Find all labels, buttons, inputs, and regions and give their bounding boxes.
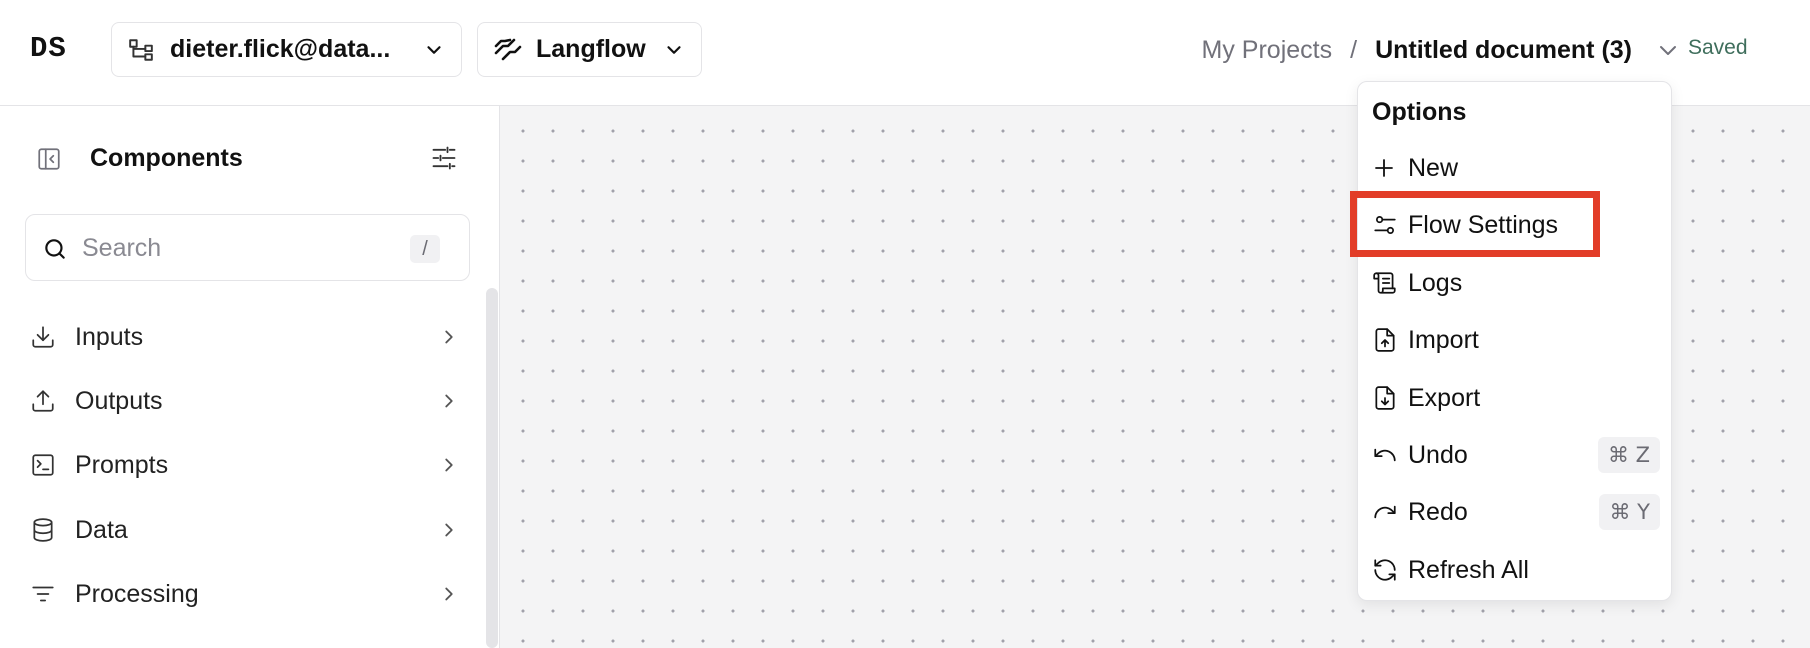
sidebar-category-label: Inputs (75, 322, 144, 351)
sidebar-title: Components (90, 144, 243, 172)
langflow-logo-icon (494, 38, 522, 62)
workspace-label: dieter.flick@data... (170, 35, 391, 63)
menu-item-label: Flow Settings (1408, 210, 1559, 239)
breadcrumb-projects-link[interactable]: My Projects (1202, 36, 1333, 65)
org-tree-icon (128, 37, 154, 63)
options-menu: Options New Flow Settings Logs Import Ex… (1357, 81, 1672, 601)
menu-item-export[interactable]: Export (1368, 373, 1660, 423)
chevron-down-icon (663, 39, 685, 61)
filter-settings-icon[interactable] (430, 144, 458, 177)
workspace-selector[interactable]: dieter.flick@data... (111, 22, 462, 77)
menu-item-label: Redo (1408, 497, 1468, 526)
sidebar-category-processing[interactable]: Processing (30, 572, 460, 616)
file-down-icon (1368, 385, 1408, 411)
menu-item-flow-settings[interactable]: Flow Settings (1368, 200, 1660, 250)
chevron-right-icon (438, 326, 460, 348)
sidebar-category-label: Processing (75, 579, 199, 608)
menu-item-label: Import (1408, 325, 1479, 354)
chevron-right-icon (438, 519, 460, 541)
database-icon (30, 517, 60, 543)
refresh-icon (1368, 557, 1408, 583)
sidebar-category-label: Prompts (75, 450, 169, 479)
menu-item-label: New (1408, 153, 1459, 182)
save-status: Saved (1688, 36, 1748, 59)
menu-item-import[interactable]: Import (1368, 315, 1660, 365)
upload-icon (30, 388, 60, 414)
breadcrumb: My Projects / Untitled document (3) (1202, 30, 1680, 70)
redo-shortcut-badge: ⌘ Y (1599, 494, 1660, 530)
settings-sliders-icon (1368, 212, 1408, 238)
chevron-right-icon (438, 390, 460, 412)
breadcrumb-separator: / (1350, 35, 1358, 64)
sidebar-scrollbar[interactable] (486, 288, 498, 648)
menu-item-label: Refresh All (1408, 555, 1529, 584)
download-icon (30, 324, 60, 350)
menu-item-label: Undo (1408, 440, 1468, 469)
sidebar-category-data[interactable]: Data (30, 508, 460, 552)
sidebar-category-prompts[interactable]: Prompts (30, 443, 460, 487)
undo-shortcut-badge: ⌘ Z (1597, 437, 1660, 473)
components-sidebar: Components / Inputs Outputs Pro (0, 106, 500, 648)
sidebar-category-inputs[interactable]: Inputs (30, 315, 460, 359)
menu-title: Options (1372, 98, 1467, 126)
redo-icon (1368, 499, 1408, 525)
app-selector[interactable]: Langflow (477, 22, 702, 77)
sidebar-category-outputs[interactable]: Outputs (30, 379, 460, 423)
list-filter-icon (30, 581, 60, 607)
chevron-right-icon (438, 583, 460, 605)
undo-icon (1368, 442, 1408, 468)
menu-item-new[interactable]: New (1368, 143, 1660, 193)
menu-item-redo[interactable]: Redo ⌘ Y (1368, 487, 1660, 537)
chevron-right-icon (438, 454, 460, 476)
menu-item-label: Export (1408, 383, 1481, 412)
panel-collapse-icon[interactable] (36, 146, 62, 177)
plus-icon (1368, 156, 1408, 180)
document-title[interactable]: Untitled document (3) (1375, 36, 1632, 65)
search-shortcut-badge: / (410, 235, 440, 263)
sidebar-category-label: Outputs (75, 386, 163, 415)
search-icon (42, 236, 68, 267)
sidebar-category-label: Data (75, 515, 128, 544)
app-label: Langflow (536, 35, 646, 63)
terminal-square-icon (30, 452, 60, 478)
chevron-down-icon (423, 39, 445, 61)
chevron-down-icon[interactable] (1656, 38, 1680, 62)
search-input[interactable] (82, 229, 382, 267)
app-logo[interactable]: DS (30, 34, 88, 64)
menu-item-logs[interactable]: Logs (1368, 258, 1660, 308)
scroll-text-icon (1368, 270, 1408, 296)
menu-item-label: Logs (1408, 268, 1463, 297)
menu-item-refresh-all[interactable]: Refresh All (1368, 545, 1660, 595)
menu-item-undo[interactable]: Undo ⌘ Z (1368, 430, 1660, 480)
search-box: / (25, 214, 470, 281)
file-up-icon (1368, 327, 1408, 353)
